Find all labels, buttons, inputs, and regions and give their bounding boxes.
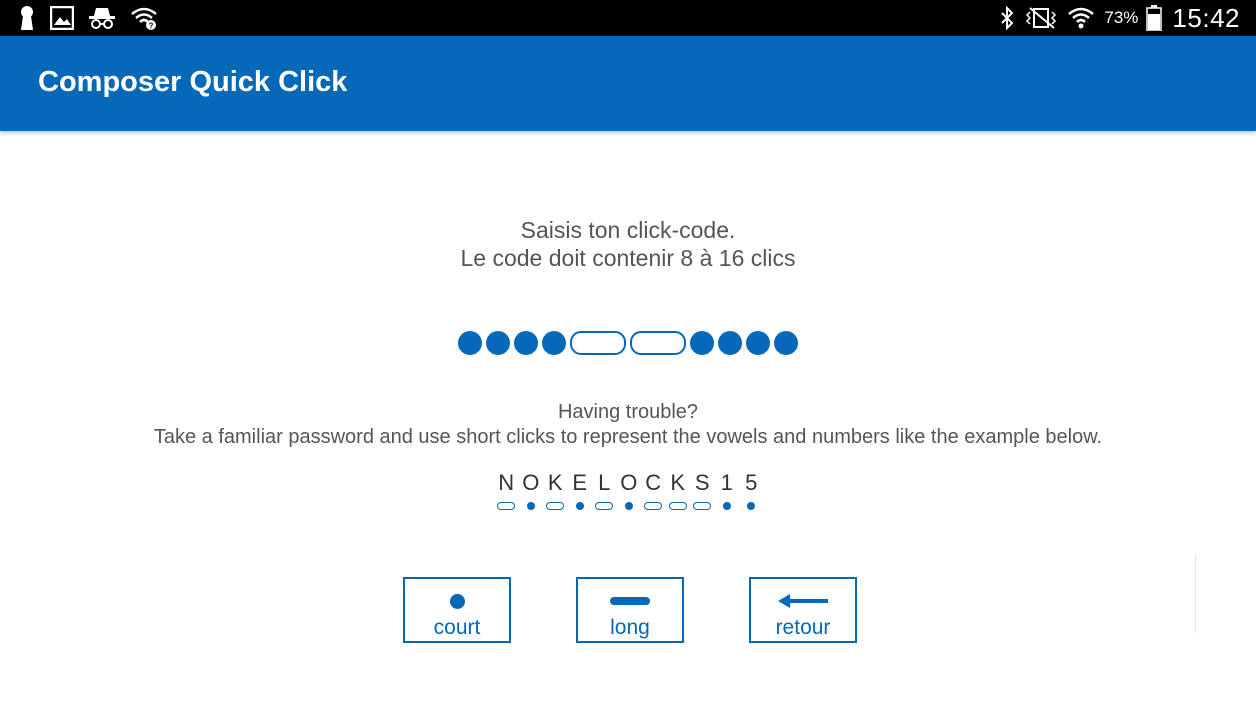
dash-icon	[610, 586, 650, 616]
example-letter: 5	[745, 470, 758, 495]
example-long-mark	[666, 502, 691, 510]
prompt-line-2: Le code doit contenir 8 à 16 clics	[460, 245, 796, 271]
status-bar-right: 73% 15:42	[1000, 0, 1240, 36]
keyhole-icon	[18, 6, 36, 30]
example-letter: E	[572, 470, 588, 495]
dot-icon	[449, 586, 465, 616]
example-long-mark	[543, 502, 568, 510]
divider	[1195, 555, 1196, 633]
app-bar: Composer Quick Click	[0, 36, 1256, 131]
example-letter: K	[547, 470, 563, 495]
example-letter: O	[522, 470, 540, 495]
app-title: Composer Quick Click	[38, 66, 348, 98]
example-long-mark	[592, 502, 617, 510]
example-long-mark	[641, 502, 666, 510]
example-letter: C	[645, 470, 662, 495]
code-short-click	[486, 331, 510, 355]
example-short-mark	[617, 502, 642, 510]
help-text: Having trouble? Take a familiar password…	[0, 400, 1256, 450]
example-letters: NOKELOCKS15	[494, 470, 764, 496]
example-marks	[494, 502, 764, 510]
status-clock: 15:42	[1172, 2, 1240, 33]
code-short-click	[774, 331, 798, 355]
code-prompt: Saisis ton click-code. Le code doit cont…	[0, 216, 1256, 272]
code-short-click	[746, 331, 770, 355]
prompt-line-1: Saisis ton click-code.	[520, 217, 736, 243]
code-short-click	[718, 331, 742, 355]
example-letter: K	[670, 470, 686, 495]
example-long-mark	[690, 502, 715, 510]
example-short-mark	[739, 502, 764, 510]
code-long-click	[570, 331, 626, 355]
incognito-icon	[88, 6, 116, 30]
example-short-mark	[568, 502, 593, 510]
back-label: retour	[775, 616, 831, 639]
wifi-icon	[1068, 6, 1095, 30]
example-password: NOKELOCKS15	[494, 470, 764, 514]
gallery-icon	[50, 6, 74, 30]
code-short-click	[458, 331, 482, 355]
example-letter: L	[598, 470, 611, 495]
bluetooth-icon	[1000, 6, 1014, 30]
help-title: Having trouble?	[557, 401, 699, 423]
help-description: Take a familiar password and use short c…	[153, 426, 1103, 448]
status-bar: ? 73% 15:42	[0, 0, 1256, 36]
code-short-click	[690, 331, 714, 355]
battery-icon	[1146, 5, 1163, 31]
entered-code-display	[0, 330, 1256, 356]
example-short-mark	[519, 502, 544, 510]
code-short-click	[514, 331, 538, 355]
short-click-label: court	[433, 616, 481, 639]
example-letter: N	[498, 470, 515, 495]
battery-percentage: 73%	[1104, 8, 1139, 27]
long-click-label: long	[610, 616, 650, 639]
vibrate-icon	[1024, 6, 1058, 30]
example-letter: O	[620, 470, 638, 495]
code-short-click	[542, 331, 566, 355]
example-letter: 1	[720, 470, 733, 495]
example-short-mark	[715, 502, 740, 510]
code-long-click	[630, 331, 686, 355]
arrow-left-icon	[776, 586, 830, 616]
wifi-question-icon: ?	[130, 6, 158, 30]
example-long-mark	[494, 502, 519, 510]
svg-text:?: ?	[149, 22, 154, 31]
short-click-button[interactable]: court	[403, 577, 511, 643]
back-button[interactable]: retour	[749, 577, 857, 643]
long-click-button[interactable]: long	[576, 577, 684, 643]
status-bar-left: ?	[18, 0, 158, 36]
example-letter: S	[694, 470, 710, 495]
